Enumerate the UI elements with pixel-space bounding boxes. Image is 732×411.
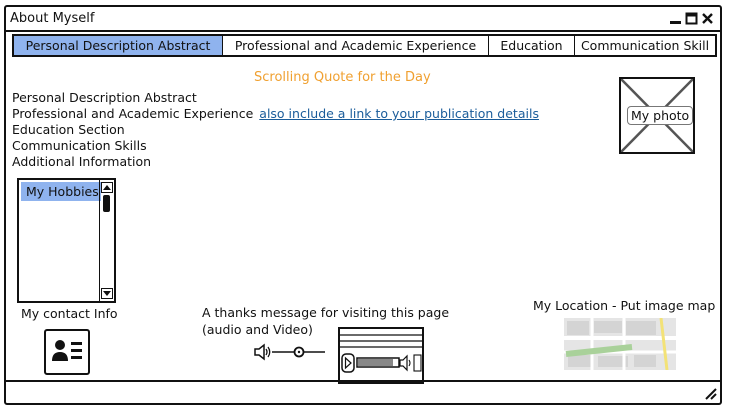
outline-item: Additional Information: [12, 154, 152, 169]
play-icon[interactable]: [341, 353, 355, 373]
page-outline: Personal Description Abstract Profession…: [12, 90, 539, 170]
tab-personal-description[interactable]: Personal Description Abstract: [14, 36, 223, 55]
tab-communication-skill[interactable]: Communication Skill: [575, 36, 715, 55]
hobbies-listbox[interactable]: My Hobbies: [17, 178, 116, 303]
publication-link[interactable]: also include a link to your publication …: [259, 106, 539, 122]
scroll-thumb[interactable]: [103, 195, 110, 212]
scroll-down-icon[interactable]: [101, 288, 113, 299]
outline-item: Professional and Academic Experience: [12, 106, 254, 121]
list-item[interactable]: My Hobbies: [21, 182, 101, 201]
minimize-icon[interactable]: [669, 12, 682, 25]
outline-item: Communication Skills: [12, 138, 147, 153]
outline-item: Education Section: [12, 122, 125, 137]
audio-player[interactable]: [253, 342, 328, 362]
outline-item-row: Professional and Academic Experience als…: [12, 106, 539, 122]
tab-education[interactable]: Education: [489, 36, 575, 55]
thanks-line: A thanks message for visiting this page: [202, 305, 450, 320]
status-bar: [6, 380, 720, 403]
scroll-up-icon[interactable]: [101, 182, 113, 193]
photo-label: My photo: [627, 106, 694, 125]
close-icon[interactable]: [701, 12, 714, 25]
video-player[interactable]: [338, 327, 424, 384]
title-bar: About Myself: [6, 7, 720, 32]
contact-card-icon[interactable]: [44, 329, 90, 375]
location-map[interactable]: [564, 318, 676, 370]
scrollbar[interactable]: [99, 180, 114, 301]
main-window: About Myself Personal Description Abstra…: [4, 5, 722, 405]
maximize-icon[interactable]: [685, 12, 698, 25]
speaker-icon[interactable]: [254, 343, 271, 361]
window-controls: [669, 12, 714, 25]
resize-grip-icon[interactable]: [703, 386, 717, 400]
scrolling-quote: Scrolling Quote for the Day: [254, 70, 431, 85]
outline-item: Personal Description Abstract: [12, 90, 197, 105]
photo-placeholder: My photo: [619, 77, 695, 154]
tab-bar: Personal Description Abstract Profession…: [12, 34, 717, 57]
location-label: My Location - Put image map: [533, 298, 716, 313]
window-title: About Myself: [10, 11, 95, 26]
contact-label: My contact Info: [21, 306, 118, 321]
tab-professional-experience[interactable]: Professional and Academic Experience: [223, 36, 489, 55]
